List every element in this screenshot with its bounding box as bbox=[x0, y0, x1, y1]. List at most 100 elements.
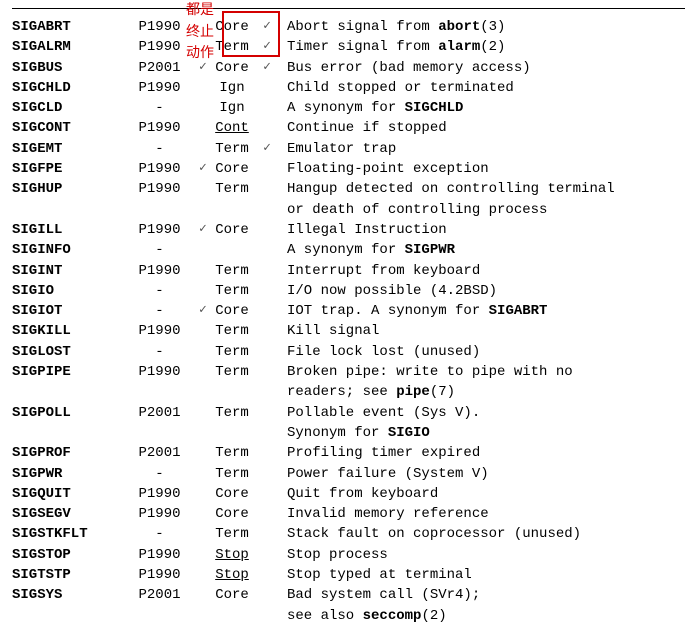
default-action: Term bbox=[197, 403, 267, 423]
signal-name: SIGPROF bbox=[12, 443, 122, 463]
description: Continue if stopped bbox=[267, 118, 685, 138]
default-action: Ign bbox=[197, 98, 267, 118]
description: Floating-point exception bbox=[267, 159, 685, 179]
signal-name: SIGALRM bbox=[12, 37, 122, 57]
table-row: SIGIOT-Core✓IOT trap. A synonym for SIGA… bbox=[12, 301, 685, 321]
table-row: SIGQUITP1990CoreQuit from keyboard bbox=[12, 484, 685, 504]
default-action: Term bbox=[197, 179, 267, 199]
signal-name: SIGCHLD bbox=[12, 78, 122, 98]
description: Stop process bbox=[267, 545, 685, 565]
description: File lock lost (unused) bbox=[267, 342, 685, 362]
description: Child stopped or terminated bbox=[267, 78, 685, 98]
standard: P1990 bbox=[122, 179, 197, 199]
standard: P1990 bbox=[122, 565, 197, 585]
default-action: Term bbox=[197, 342, 267, 362]
description: Hangup detected on controlling terminal bbox=[267, 179, 685, 199]
standard: - bbox=[122, 342, 197, 362]
signal-name: SIGPIPE bbox=[12, 362, 122, 382]
standard: P2001 bbox=[122, 403, 197, 423]
standard: P1990 bbox=[122, 78, 197, 98]
signal-table: 都是 终止 动作 SIGABRTP1990Core✓Abort signal f… bbox=[12, 17, 685, 626]
table-row: SIGPIPEP1990TermBroken pipe: write to pi… bbox=[12, 362, 685, 382]
table-row: SIGCLD-IgnA synonym for SIGCHLD bbox=[12, 98, 685, 118]
standard: - bbox=[122, 301, 197, 321]
table-row: SIGSYSP2001CoreBad system call (SVr4); bbox=[12, 585, 685, 605]
default-action: Stop bbox=[197, 545, 267, 565]
description: IOT trap. A synonym for SIGABRT bbox=[267, 301, 685, 321]
table-row: SIGCHLDP1990IgnChild stopped or terminat… bbox=[12, 78, 685, 98]
signal-name: SIGINT bbox=[12, 261, 122, 281]
standard: P1990 bbox=[122, 321, 197, 341]
table-row: SIGSEGVP1990CoreInvalid memory reference bbox=[12, 504, 685, 524]
signal-name: SIGABRT bbox=[12, 17, 122, 37]
default-action: Core✓ bbox=[197, 220, 267, 240]
checkmark-icon: ✓ bbox=[199, 301, 207, 320]
table-row: SIGIO-TermI/O now possible (4.2BSD) bbox=[12, 281, 685, 301]
standard: P1990 bbox=[122, 17, 197, 37]
default-action: Term bbox=[197, 281, 267, 301]
standard: P2001 bbox=[122, 443, 197, 463]
table-row-continuation: readers; see pipe(7) bbox=[12, 382, 685, 402]
standard: P2001 bbox=[122, 585, 197, 605]
standard: - bbox=[122, 240, 197, 260]
signal-name: SIGILL bbox=[12, 220, 122, 240]
description: I/O now possible (4.2BSD) bbox=[267, 281, 685, 301]
signal-name: SIGSEGV bbox=[12, 504, 122, 524]
signal-name: SIGCLD bbox=[12, 98, 122, 118]
signal-name: SIGSTOP bbox=[12, 545, 122, 565]
table-row: SIGLOST-TermFile lock lost (unused) bbox=[12, 342, 685, 362]
default-action: Term bbox=[197, 261, 267, 281]
checkmark-icon: ✓ bbox=[199, 159, 207, 178]
description: Pollable event (Sys V). bbox=[267, 403, 685, 423]
table-row-continuation: or death of controlling process bbox=[12, 200, 685, 220]
standard: - bbox=[122, 98, 197, 118]
signal-name: SIGSTKFLT bbox=[12, 524, 122, 544]
standard: P1990 bbox=[122, 484, 197, 504]
default-action: Stop bbox=[197, 565, 267, 585]
description: Abort signal from abort(3) bbox=[267, 17, 685, 37]
standard: P1990 bbox=[122, 362, 197, 382]
checkmark-icon: ✓ bbox=[199, 58, 207, 77]
description: Power failure (System V) bbox=[267, 464, 685, 484]
table-row: SIGINTP1990TermInterrupt from keyboard bbox=[12, 261, 685, 281]
standard: P1990 bbox=[122, 118, 197, 138]
table-row: SIGTSTPP1990StopStop typed at terminal bbox=[12, 565, 685, 585]
description-cont: or death of controlling process bbox=[267, 200, 685, 220]
signal-name: SIGIOT bbox=[12, 301, 122, 321]
table-row: SIGKILLP1990TermKill signal bbox=[12, 321, 685, 341]
description: Timer signal from alarm(2) bbox=[267, 37, 685, 57]
description: Broken pipe: write to pipe with no bbox=[267, 362, 685, 382]
description: Illegal Instruction bbox=[267, 220, 685, 240]
table-row: SIGEMT-Term✓Emulator trap bbox=[12, 139, 685, 159]
standard: P2001 bbox=[122, 58, 197, 78]
standard: P1990 bbox=[122, 37, 197, 57]
signal-name: SIGLOST bbox=[12, 342, 122, 362]
description: Profiling timer expired bbox=[267, 443, 685, 463]
default-action: Cont bbox=[197, 118, 267, 138]
signal-name: SIGIO bbox=[12, 281, 122, 301]
signal-name: SIGINFO bbox=[12, 240, 122, 260]
checkmark-icon: ✓ bbox=[199, 220, 207, 239]
description-cont: readers; see pipe(7) bbox=[267, 382, 685, 402]
description: Interrupt from keyboard bbox=[267, 261, 685, 281]
default-action: Core✓ bbox=[197, 17, 267, 37]
description: Invalid memory reference bbox=[267, 504, 685, 524]
standard: P1990 bbox=[122, 545, 197, 565]
table-row: SIGPWR-TermPower failure (System V) bbox=[12, 464, 685, 484]
signal-name: SIGQUIT bbox=[12, 484, 122, 504]
signal-name: SIGKILL bbox=[12, 321, 122, 341]
standard: P1990 bbox=[122, 504, 197, 524]
default-action: Core✓ bbox=[197, 159, 267, 179]
default-action: Core✓✓ bbox=[197, 58, 267, 78]
table-row: SIGCONTP1990ContContinue if stopped bbox=[12, 118, 685, 138]
description: A synonym for SIGCHLD bbox=[267, 98, 685, 118]
table-row: SIGSTKFLT-TermStack fault on coprocessor… bbox=[12, 524, 685, 544]
default-action: Core bbox=[197, 585, 267, 605]
description-cont: Synonym for SIGIO bbox=[267, 423, 685, 443]
table-row: SIGABRTP1990Core✓Abort signal from abort… bbox=[12, 17, 685, 37]
description: Kill signal bbox=[267, 321, 685, 341]
default-action: Term bbox=[197, 443, 267, 463]
signal-name: SIGPOLL bbox=[12, 403, 122, 423]
description: Quit from keyboard bbox=[267, 484, 685, 504]
description-cont: see also seccomp(2) bbox=[267, 606, 685, 626]
